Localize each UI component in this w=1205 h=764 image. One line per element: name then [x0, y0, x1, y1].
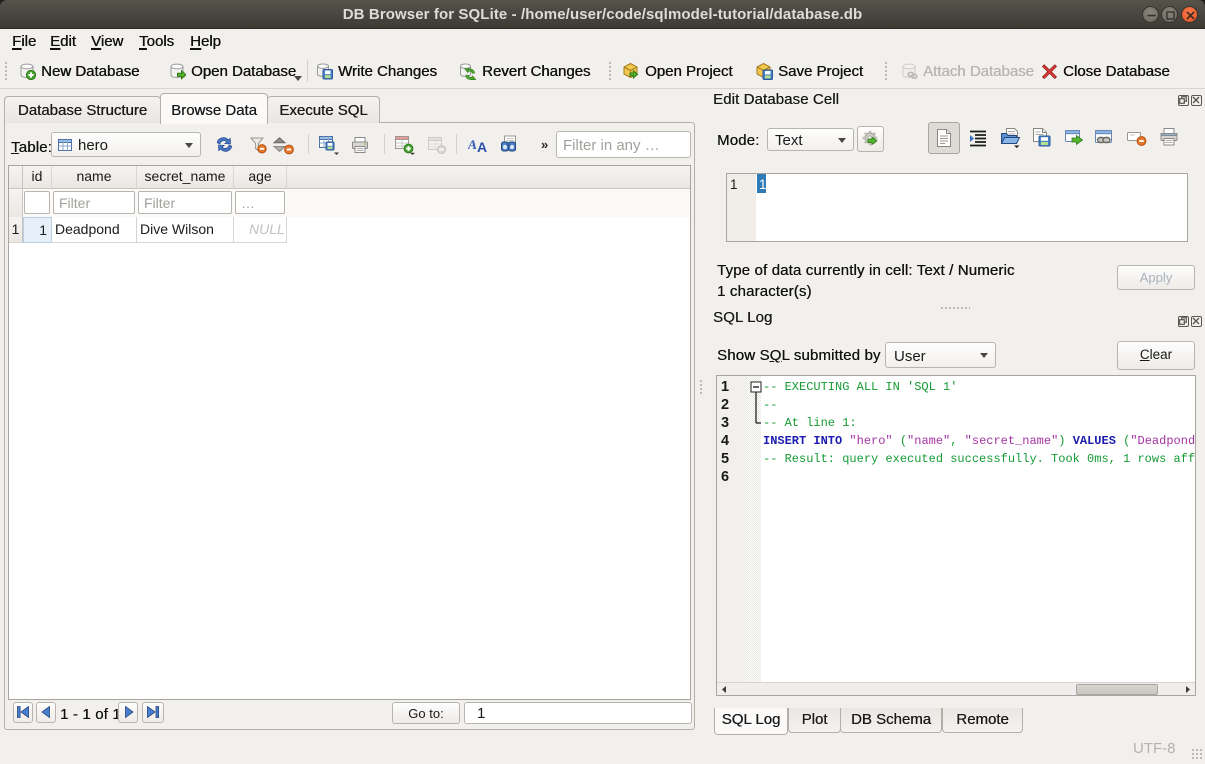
svg-text:A: A — [477, 139, 487, 154]
